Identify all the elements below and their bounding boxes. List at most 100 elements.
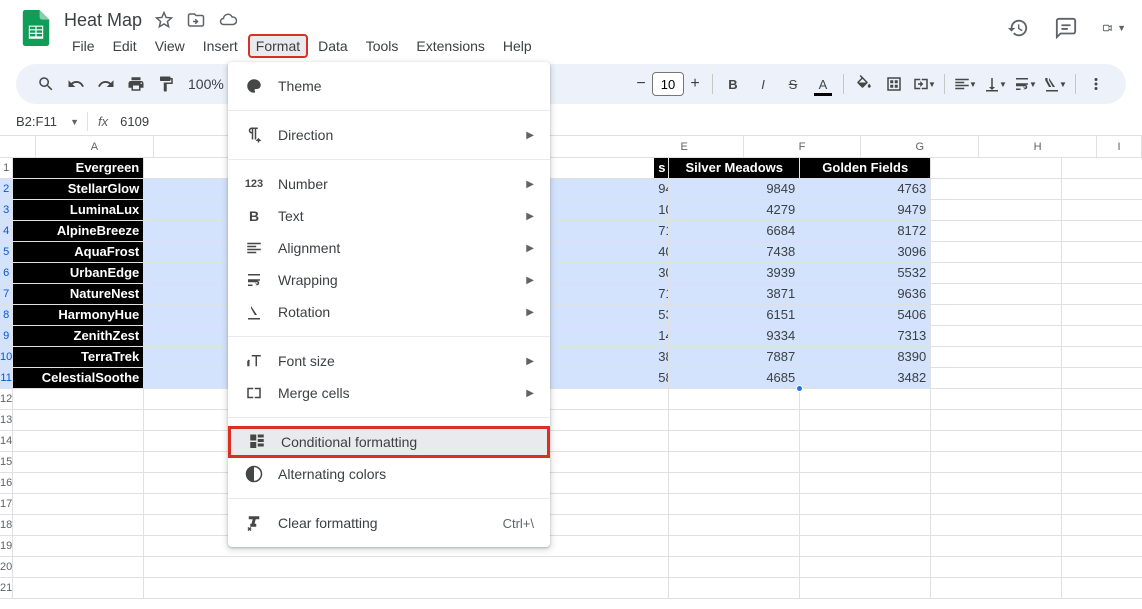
cell[interactable]: AlpineBreeze	[13, 221, 144, 242]
cell[interactable]	[13, 515, 144, 536]
cell[interactable]	[931, 515, 1062, 536]
row-header[interactable]: 17	[0, 494, 13, 515]
row-header[interactable]: 3	[0, 200, 13, 221]
text-color-icon[interactable]: A	[809, 70, 837, 98]
cell-ref[interactable]: B2:F11▼	[8, 112, 88, 131]
cell[interactable]	[1062, 347, 1142, 368]
cell[interactable]	[1062, 410, 1142, 431]
cell[interactable]	[931, 557, 1062, 578]
cell[interactable]: 8172	[800, 221, 931, 242]
cell[interactable]	[13, 431, 144, 452]
cell[interactable]	[931, 305, 1062, 326]
cell[interactable]	[800, 536, 931, 557]
dd-number[interactable]: 123 Number ▶	[228, 168, 550, 200]
cell[interactable]: 7887	[669, 347, 800, 368]
dd-theme[interactable]: Theme	[228, 70, 550, 102]
cell[interactable]	[1062, 494, 1142, 515]
cell[interactable]: UrbanEdge	[13, 263, 144, 284]
cell[interactable]: 3096	[800, 242, 931, 263]
row-header[interactable]: 9	[0, 326, 13, 347]
cell[interactable]	[13, 557, 144, 578]
cell[interactable]	[1062, 305, 1142, 326]
cell[interactable]	[669, 515, 800, 536]
cell[interactable]	[1062, 557, 1142, 578]
row-header[interactable]: 21	[0, 578, 13, 599]
col-header[interactable]: G	[861, 136, 979, 157]
cell[interactable]	[800, 515, 931, 536]
cell[interactable]	[931, 284, 1062, 305]
cell[interactable]: 8390	[800, 347, 931, 368]
cell[interactable]: 9636	[800, 284, 931, 305]
cell[interactable]: 10	[654, 200, 669, 221]
paint-format-icon[interactable]	[152, 70, 180, 98]
cell[interactable]	[13, 410, 144, 431]
cell[interactable]	[669, 494, 800, 515]
cell[interactable]: 9849	[669, 179, 800, 200]
dd-direction[interactable]: Direction ▶	[228, 119, 550, 151]
dd-alternating-colors[interactable]: Alternating colors	[228, 458, 550, 490]
menu-view[interactable]: View	[147, 34, 193, 58]
fill-color-icon[interactable]	[850, 70, 878, 98]
cell[interactable]	[931, 431, 1062, 452]
cell[interactable]	[13, 473, 144, 494]
cell[interactable]	[1062, 242, 1142, 263]
cell[interactable]	[669, 389, 800, 410]
row-header[interactable]: 20	[0, 557, 13, 578]
history-icon[interactable]	[1006, 16, 1030, 40]
cell[interactable]	[669, 452, 800, 473]
menu-insert[interactable]: Insert	[195, 34, 246, 58]
cell[interactable]: 7438	[669, 242, 800, 263]
cell[interactable]	[931, 410, 1062, 431]
cell[interactable]	[931, 263, 1062, 284]
cell[interactable]: ZenithZest	[13, 326, 144, 347]
cell[interactable]	[800, 578, 931, 599]
cell[interactable]: HarmonyHue	[13, 305, 144, 326]
row-header[interactable]: 1	[0, 158, 13, 179]
halign-icon[interactable]: ▼	[951, 70, 979, 98]
cell[interactable]	[1062, 473, 1142, 494]
redo-icon[interactable]	[92, 70, 120, 98]
row-header[interactable]: 15	[0, 452, 13, 473]
cell[interactable]: 4763	[800, 179, 931, 200]
row-header[interactable]: 13	[0, 410, 13, 431]
row-header[interactable]: 11	[0, 368, 13, 389]
cells[interactable]: Evergreen s Silver Meadows Golden Fields…	[13, 158, 1142, 599]
meet-icon[interactable]: ▼	[1102, 16, 1126, 40]
menu-file[interactable]: File	[64, 34, 103, 58]
cell[interactable]	[931, 326, 1062, 347]
wrap-icon[interactable]: ▼	[1011, 70, 1039, 98]
cell[interactable]: 3939	[669, 263, 800, 284]
cell[interactable]	[13, 494, 144, 515]
cell[interactable]: 4685	[669, 368, 800, 389]
dd-text[interactable]: B Text ▶	[228, 200, 550, 232]
menu-tools[interactable]: Tools	[358, 34, 407, 58]
cell[interactable]: 30	[654, 263, 669, 284]
row-header[interactable]: 6	[0, 263, 13, 284]
cell[interactable]	[800, 452, 931, 473]
valign-icon[interactable]: ▼	[981, 70, 1009, 98]
cell[interactable]	[1062, 326, 1142, 347]
cell[interactable]	[1062, 368, 1142, 389]
cell[interactable]: CelestialSoothe	[13, 368, 144, 389]
menu-format[interactable]: Format	[248, 34, 308, 58]
cell[interactable]	[1062, 452, 1142, 473]
bold-icon[interactable]: B	[719, 70, 747, 98]
comment-icon[interactable]	[1054, 16, 1078, 40]
cell[interactable]	[1062, 284, 1142, 305]
dd-conditional-formatting[interactable]: Conditional formatting	[228, 426, 550, 458]
cell[interactable]: 53	[654, 305, 669, 326]
cell[interactable]: AquaFrost	[13, 242, 144, 263]
cell[interactable]	[1062, 536, 1142, 557]
cell[interactable]: Silver Meadows	[669, 158, 800, 179]
cell[interactable]	[800, 389, 931, 410]
font-size-plus[interactable]: +	[684, 73, 706, 95]
cell[interactable]	[669, 410, 800, 431]
font-size-input[interactable]	[652, 72, 684, 96]
menu-edit[interactable]: Edit	[105, 34, 145, 58]
menu-extensions[interactable]: Extensions	[408, 34, 492, 58]
dd-wrapping[interactable]: Wrapping ▶	[228, 264, 550, 296]
dd-clear-formatting[interactable]: Clear formatting Ctrl+\	[228, 507, 550, 539]
col-header[interactable]: A	[36, 136, 154, 157]
cell[interactable]: 6151	[669, 305, 800, 326]
col-header[interactable]: E	[626, 136, 744, 157]
